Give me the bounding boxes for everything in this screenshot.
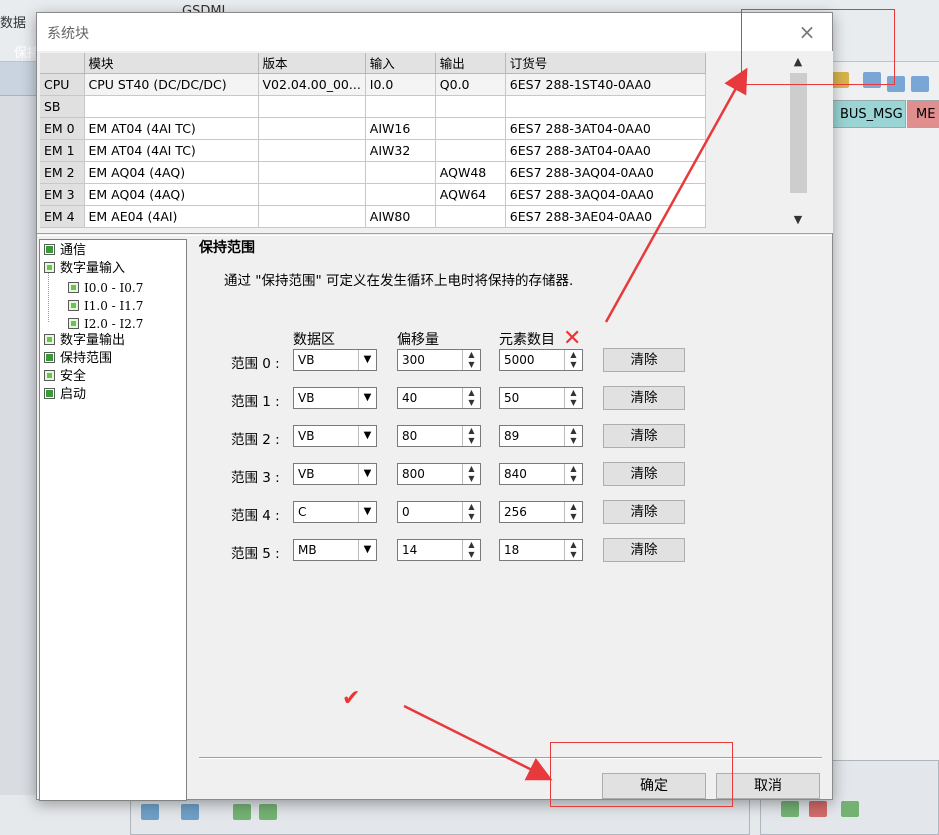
- annotation-arrow-ok: [403, 704, 553, 781]
- annotation-arrow-up: [604, 67, 748, 323]
- annotation-arrows: [403, 67, 748, 781]
